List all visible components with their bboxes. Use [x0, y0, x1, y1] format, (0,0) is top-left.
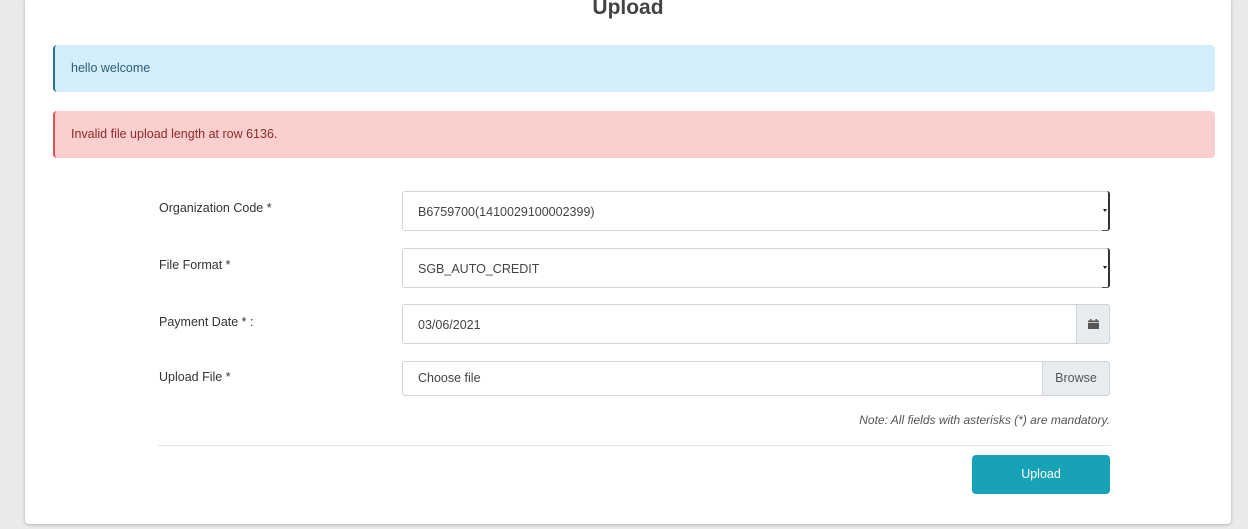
upload-file-placeholder: Choose file	[418, 371, 481, 385]
file-format-value: SGB_AUTO_CREDIT	[418, 262, 540, 276]
browse-button[interactable]: Browse	[1042, 361, 1110, 396]
info-alert: hello welcome	[53, 45, 1215, 92]
organization-code-select[interactable]: B6759700(1410029100002399)	[402, 191, 1110, 231]
page: Upload hello welcome Invalid file upload…	[0, 0, 1248, 529]
upload-file-label: Upload File *	[159, 370, 231, 384]
organization-code-value: B6759700(1410029100002399)	[418, 205, 595, 219]
upload-file-input[interactable]: Choose file Browse	[402, 361, 1110, 396]
calendar-icon	[1088, 319, 1099, 329]
payment-date-input[interactable]: 03/06/2021	[402, 304, 1110, 344]
calendar-button[interactable]	[1076, 304, 1110, 344]
divider	[158, 445, 1111, 446]
mandatory-note: Note: All fields with asterisks (*) are …	[859, 413, 1110, 427]
chevron-down-icon	[1102, 191, 1110, 231]
payment-date-label: Payment Date * :	[159, 315, 254, 329]
chevron-down-icon	[1102, 248, 1110, 288]
file-format-select[interactable]: SGB_AUTO_CREDIT	[402, 248, 1110, 288]
upload-button[interactable]: Upload	[972, 455, 1110, 494]
payment-date-value: 03/06/2021	[418, 318, 481, 332]
organization-code-label: Organization Code *	[159, 201, 272, 215]
error-alert: Invalid file upload length at row 6136.	[53, 111, 1215, 158]
page-title: Upload	[592, 0, 664, 19]
file-format-label: File Format *	[159, 258, 231, 272]
upload-card: Upload hello welcome Invalid file upload…	[25, 0, 1231, 524]
